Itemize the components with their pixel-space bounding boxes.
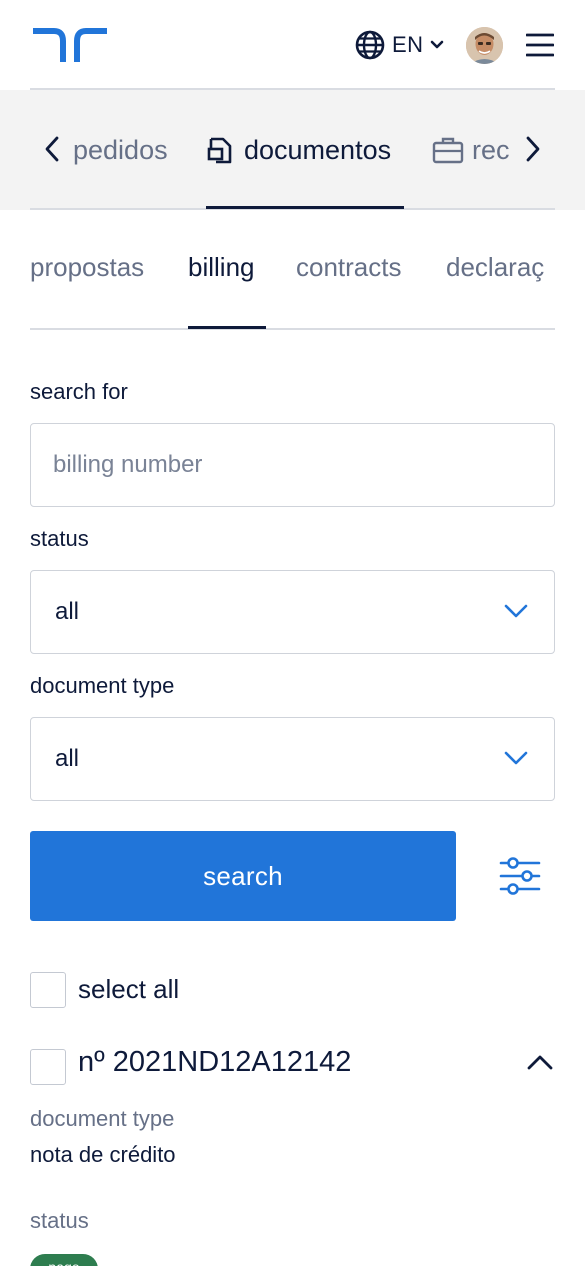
header-divider [30, 88, 555, 90]
status-badge: pago [30, 1254, 98, 1266]
language-selector[interactable]: EN [354, 28, 444, 62]
nav-item-rec[interactable]: rec [432, 130, 510, 170]
user-avatar[interactable] [466, 27, 503, 64]
chevron-left-icon[interactable] [42, 134, 62, 164]
briefcase-icon [432, 137, 464, 164]
chevron-down-icon [504, 604, 528, 618]
active-section-indicator [206, 206, 404, 209]
status-select-value: all [55, 598, 80, 625]
tab-propostas[interactable]: propostas [30, 252, 144, 283]
hamburger-menu-icon[interactable] [526, 32, 554, 58]
chevron-down-icon [430, 40, 443, 49]
nav-item-label: pedidos [73, 134, 168, 165]
avatar-image [466, 27, 503, 64]
document-number: nº 2021ND12A12142 [78, 1046, 352, 1078]
document-icon [207, 137, 232, 164]
status-label: status [30, 526, 89, 551]
document-type-select[interactable]: all [30, 717, 555, 801]
search-button[interactable]: search [30, 831, 456, 921]
globe-icon [355, 30, 385, 60]
document-checkbox[interactable] [30, 1049, 66, 1085]
search-field [30, 423, 555, 507]
tab-billing[interactable]: billing [188, 252, 255, 283]
active-tab-indicator [188, 326, 266, 329]
filter-sliders-icon[interactable] [499, 856, 541, 896]
status-select[interactable]: all [30, 570, 555, 654]
document-type-meta-value: nota de crédito [30, 1142, 176, 1167]
document-type-select-value: all [55, 745, 80, 772]
sub-tabs-divider [30, 328, 555, 330]
document-type-label: document type [30, 673, 175, 698]
chevron-up-icon[interactable] [526, 1053, 554, 1071]
nav-item-pedidos[interactable]: pedidos [73, 130, 168, 170]
nav-item-label: rec [472, 134, 510, 165]
document-type-meta-label: document type [30, 1106, 175, 1131]
sub-tabs: propostas billing contracts declaraç [0, 240, 585, 300]
select-all-checkbox[interactable] [30, 972, 66, 1008]
tab-declaracoes[interactable]: declaraç [446, 252, 544, 283]
chevron-down-icon [504, 751, 528, 765]
select-all-label: select all [78, 974, 180, 1004]
search-label: search for [30, 379, 128, 404]
tab-contracts[interactable]: contracts [296, 252, 402, 283]
billing-number-input[interactable] [53, 424, 533, 506]
chevron-right-icon[interactable] [523, 134, 543, 164]
language-code: EN [392, 32, 424, 57]
nav-item-label: documentos [244, 134, 392, 165]
top-header: EN [0, 0, 585, 89]
brand-logo[interactable] [30, 25, 110, 65]
nav-item-documentos[interactable]: documentos [206, 130, 391, 170]
status-meta-label: status [30, 1208, 89, 1233]
